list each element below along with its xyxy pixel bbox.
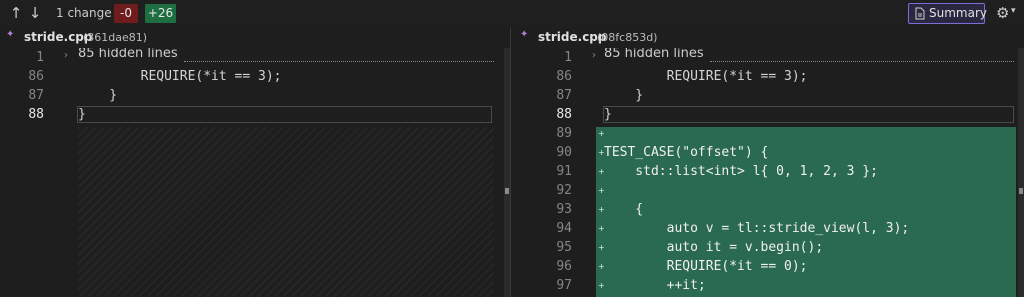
line-number: 1 [36, 50, 44, 65]
current-line-highlight [77, 106, 492, 123]
diff-toolbar: ↑ ↓ 1 change -0 +26 Summary ⚙ ▾ [0, 0, 1024, 28]
sparkle-icon: ✦ [520, 29, 529, 40]
added-code-line: 97 + ++it; [520, 276, 1016, 295]
deletions-badge: -0 [114, 4, 138, 23]
scroll-thumb[interactable] [1019, 188, 1023, 194]
code-text: REQUIRE(*it == 3); [604, 69, 808, 84]
code-text: std::list<int> l{ 0, 1, 2, 3 }; [604, 164, 878, 179]
current-code-line: 88 } [520, 105, 1016, 124]
hidden-lines-label[interactable]: 85 hidden lines [78, 48, 178, 61]
chevron-right-icon[interactable]: › [64, 50, 68, 61]
chevron-right-icon[interactable]: › [592, 50, 596, 61]
sparkle-icon: ✦ [6, 29, 15, 40]
added-marker: + [598, 186, 605, 195]
current-line-highlight [603, 106, 1014, 123]
code-text: auto it = v.begin(); [604, 240, 824, 255]
previous-change-icon[interactable]: ↑ [8, 4, 24, 22]
added-marker: + [598, 129, 605, 138]
added-code-line: 91 + std::list<int> l{ 0, 1, 2, 3 }; [520, 162, 1016, 181]
chevron-down-icon[interactable]: ▾ [1011, 6, 1016, 16]
line-number: 86 [28, 69, 44, 84]
added-code-line: 96 + REQUIRE(*it == 0); [520, 257, 1016, 276]
left-scrollbar[interactable] [504, 48, 510, 297]
line-number: 88 [28, 107, 44, 122]
line-number: 1 [564, 50, 572, 65]
code-text: { [604, 202, 644, 217]
line-number: 94 [556, 221, 572, 236]
hidden-lines-divider [184, 61, 494, 62]
summary-button[interactable]: Summary [908, 3, 987, 24]
added-code-line: 92 + [520, 181, 1016, 200]
added-code-line: 95 + auto it = v.begin(); [520, 238, 1016, 257]
change-count: 1 change [56, 6, 112, 20]
line-number: 88 [556, 107, 572, 122]
line-number: 87 [28, 88, 44, 103]
code-text: TEST_CASE("offset") { [604, 145, 769, 160]
line-number: 87 [556, 88, 572, 103]
left-file-hash: (361dae81) [83, 31, 148, 44]
line-number: 97 [556, 278, 572, 293]
right-file-hash: (08fc853d) [597, 31, 658, 44]
hidden-lines-row[interactable]: 1 › 85 hidden lines [520, 48, 1016, 67]
code-line: 86 REQUIRE(*it == 3); [520, 67, 1016, 86]
line-number: 86 [556, 69, 572, 84]
additions-badge: +26 [145, 4, 176, 23]
added-code-line: 90 + TEST_CASE("offset") { [520, 143, 1016, 162]
scroll-thumb[interactable] [505, 188, 509, 194]
next-change-icon[interactable]: ↓ [27, 4, 43, 22]
code-text: } [78, 107, 86, 122]
code-text: ++it; [604, 278, 706, 293]
code-text: } [604, 107, 612, 122]
added-code-line: 93 + { [520, 200, 1016, 219]
line-number: 96 [556, 259, 572, 274]
line-number: 90 [556, 145, 572, 160]
code-text: } [78, 88, 118, 103]
code-line: 87 } [520, 86, 1016, 105]
code-text: auto v = tl::stride_view(l, 3); [604, 221, 910, 236]
removed-placeholder-region [78, 127, 494, 297]
current-code-line: 88 } [0, 105, 496, 124]
code-line: 87 } [0, 86, 496, 105]
hidden-lines-divider [710, 61, 1014, 62]
code-line: 86 REQUIRE(*it == 3); [0, 67, 496, 86]
code-text: } [604, 88, 644, 103]
right-file-header: ✦ stride.cpp (08fc853d) [514, 28, 1014, 48]
line-number: 91 [556, 164, 572, 179]
summary-label: Summary [929, 6, 987, 20]
line-number: 89 [556, 126, 572, 141]
left-file-header: ✦ stride.cpp (361dae81) [0, 28, 500, 48]
left-editor-pane[interactable]: 1 › 85 hidden lines 86 REQUIRE(*it == 3)… [0, 48, 496, 297]
line-number: 93 [556, 202, 572, 217]
line-number: 92 [556, 183, 572, 198]
line-number: 95 [556, 240, 572, 255]
hidden-lines-row[interactable]: 1 › 85 hidden lines [0, 48, 496, 67]
right-scrollbar[interactable] [1018, 48, 1024, 297]
gear-icon[interactable]: ⚙ [996, 4, 1009, 22]
pane-divider[interactable] [510, 28, 511, 297]
hidden-lines-label[interactable]: 85 hidden lines [604, 48, 704, 61]
code-text: REQUIRE(*it == 3); [78, 69, 282, 84]
code-text: REQUIRE(*it == 0); [604, 259, 808, 274]
document-icon [915, 7, 925, 20]
right-editor-pane[interactable]: 1 › 85 hidden lines 86 REQUIRE(*it == 3)… [520, 48, 1016, 297]
added-code-line: 89 + [520, 124, 1016, 143]
added-code-line: 94 + auto v = tl::stride_view(l, 3); [520, 219, 1016, 238]
